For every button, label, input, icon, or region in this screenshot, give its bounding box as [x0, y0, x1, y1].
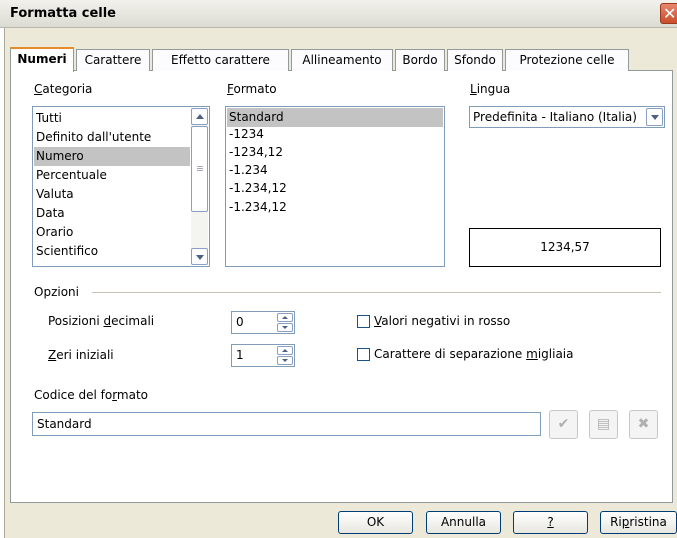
tab-protezione-celle[interactable]: Protezione celle [505, 49, 629, 71]
list-item[interactable]: Tutti [36, 109, 62, 128]
tab-effetto-carattere[interactable]: Effetto carattere [152, 49, 289, 71]
scroll-thumb[interactable] [191, 126, 208, 212]
spin-down-button[interactable] [277, 356, 293, 365]
list-item[interactable]: Definito dall'utente [36, 128, 151, 147]
format-preview: 1234,57 [469, 228, 661, 267]
chevron-down-icon [282, 359, 288, 362]
tab-bordo[interactable]: Bordo [395, 49, 445, 71]
zeri-value[interactable]: 1 [236, 345, 244, 366]
negativi-label: Valori negativi in rosso [374, 314, 511, 328]
chevron-down-icon [651, 115, 659, 120]
help-button[interactable]: ? [513, 511, 588, 534]
tab-numeri[interactable]: Numeri [10, 47, 74, 72]
list-item[interactable]: -1.234,12 [229, 179, 287, 198]
chevron-up-icon [196, 114, 204, 119]
check-icon: ✔ [557, 416, 570, 432]
formato-list[interactable]: Standard -1234 -1234,12 -1.234 -1.234,12… [225, 106, 445, 267]
list-item[interactable]: Scientifico [36, 242, 98, 261]
delete-format-button[interactable]: ✖ [629, 410, 658, 439]
chevron-up-icon [282, 349, 288, 352]
scroll-up-button[interactable] [191, 108, 208, 125]
delete-icon: ✖ [637, 416, 650, 432]
decimali-value[interactable]: 0 [236, 312, 244, 333]
zeri-stepper[interactable]: 1 [231, 344, 295, 367]
zeri-label: Zeri iniziali [48, 348, 114, 362]
chevron-down-icon [196, 255, 204, 260]
migliaia-checkbox[interactable] [357, 348, 370, 361]
list-item[interactable]: -1.234 [229, 161, 268, 180]
list-item[interactable]: -1234 [229, 125, 264, 144]
decimali-stepper[interactable]: 0 [231, 311, 295, 334]
list-item[interactable]: Data [36, 204, 65, 223]
edit-comment-icon: ▤ [596, 416, 611, 432]
decimali-label: Posizioni decimali [48, 314, 155, 328]
title-bar: Formatta celle ✕ [0, 0, 677, 28]
edit-comment-button[interactable]: ▤ [589, 410, 618, 439]
ok-button[interactable]: OK [338, 511, 413, 534]
lingua-dropdown-button[interactable] [646, 108, 663, 126]
categoria-list[interactable]: Tutti Definito dall'utente Numero Percen… [32, 106, 210, 267]
list-item[interactable]: -1234,12 [229, 143, 283, 162]
chevron-up-icon [282, 316, 288, 319]
format-code-input[interactable]: Standard [32, 412, 541, 436]
list-item[interactable]: Orario [36, 223, 73, 242]
spin-down-button[interactable] [277, 323, 293, 332]
close-icon: ✕ [663, 4, 677, 23]
negativi-checkbox[interactable] [357, 315, 370, 328]
migliaia-label: Carattere di separazione migliaia [374, 347, 574, 361]
close-button[interactable]: ✕ [660, 3, 677, 24]
reset-button[interactable]: Ripristina [600, 511, 677, 534]
list-item[interactable]: Percentuale [36, 166, 107, 185]
tab-carattere[interactable]: Carattere [76, 49, 150, 71]
spin-up-button[interactable] [277, 313, 293, 322]
format-code-value[interactable]: Standard [37, 413, 92, 435]
spin-up-button[interactable] [277, 346, 293, 355]
formato-label: Formato [227, 82, 277, 96]
lingua-label: Lingua [470, 82, 511, 96]
add-format-button[interactable]: ✔ [549, 410, 578, 439]
lingua-value: Predefinita - Italiano (Italia) [473, 110, 637, 124]
tab-allineamento[interactable]: Allineamento [291, 49, 393, 71]
lingua-select[interactable]: Predefinita - Italiano (Italia) [469, 106, 665, 128]
categoria-label: Categoria [34, 82, 93, 96]
codice-label: Codice del formato [34, 388, 149, 402]
opzioni-label: Opzioni [34, 285, 79, 299]
tab-sfondo[interactable]: Sfondo [447, 49, 503, 71]
window-title: Formatta celle [10, 6, 116, 21]
chevron-down-icon [282, 326, 288, 329]
list-item[interactable]: -1.234,12 [229, 198, 287, 217]
list-item[interactable]: Valuta [36, 185, 74, 204]
opzioni-divider [92, 292, 661, 293]
list-item-selected[interactable]: Numero [34, 147, 190, 166]
cancel-button[interactable]: Annulla [426, 511, 501, 534]
scroll-down-button[interactable] [191, 248, 208, 265]
categoria-scrollbar[interactable] [191, 108, 208, 265]
